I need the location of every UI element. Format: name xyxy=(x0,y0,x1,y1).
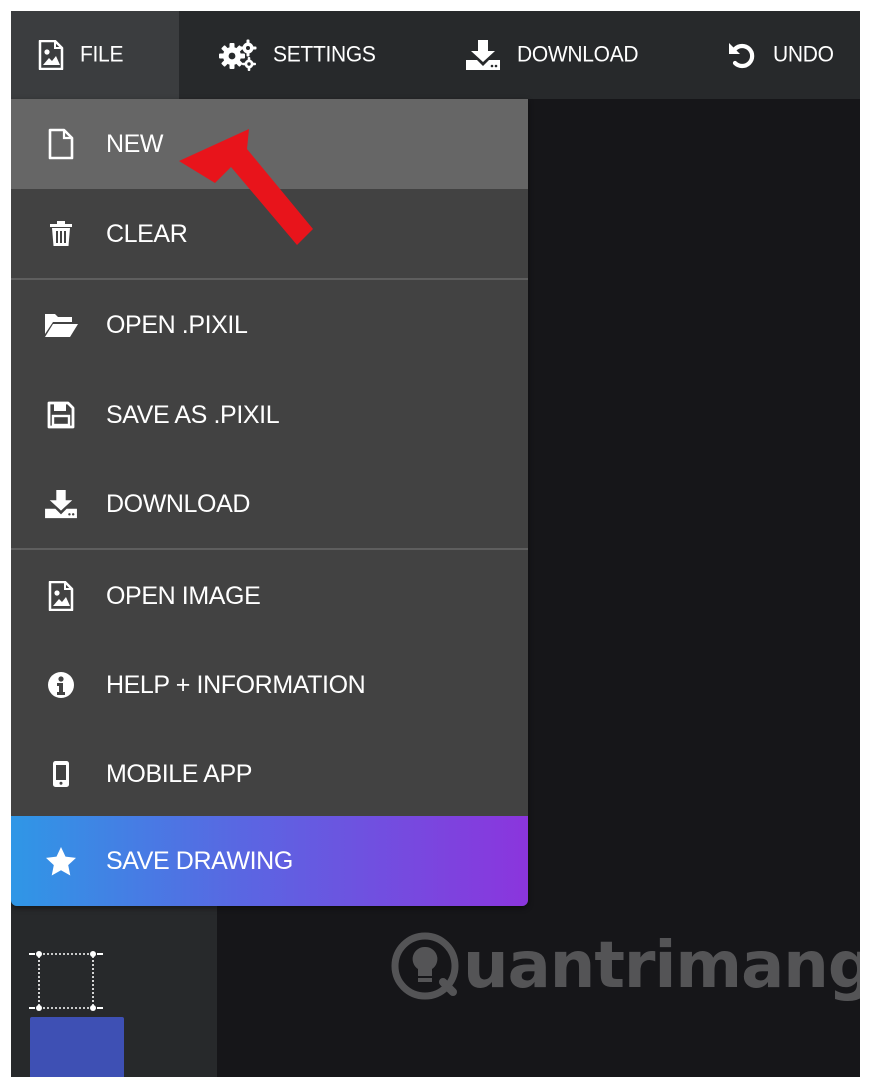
top-toolbar: FILE SETTINGS DOWNLOAD UNDO xyxy=(11,11,860,99)
menu-item-save-pixil[interactable]: SAVE AS .PIXIL xyxy=(11,370,528,460)
file-menu-label: FILE xyxy=(80,42,124,67)
menu-item-download[interactable]: DOWNLOAD xyxy=(11,459,528,549)
image-file-icon xyxy=(41,581,81,611)
settings-button[interactable]: SETTINGS xyxy=(219,11,376,99)
app-frame: FILE SETTINGS DOWNLOAD UNDO uantrimang N… xyxy=(11,11,860,1077)
blank-document-icon xyxy=(41,128,81,160)
download-button[interactable]: DOWNLOAD xyxy=(465,11,639,99)
undo-icon xyxy=(727,40,757,70)
download-label: DOWNLOAD xyxy=(517,42,639,67)
menu-item-open-image[interactable]: OPEN IMAGE xyxy=(11,551,528,641)
menu-item-download-label: DOWNLOAD xyxy=(106,489,251,518)
download-icon xyxy=(465,39,501,71)
menu-divider xyxy=(11,548,528,550)
watermark-logo-icon xyxy=(391,932,459,1000)
trash-icon xyxy=(41,221,81,247)
star-icon xyxy=(41,846,81,876)
undo-label: UNDO xyxy=(773,42,834,67)
annotation-arrow-icon xyxy=(179,129,313,245)
menu-item-help[interactable]: HELP + INFORMATION xyxy=(11,640,528,730)
download-icon xyxy=(41,489,81,519)
primary-color-swatch[interactable] xyxy=(30,1017,124,1077)
info-icon xyxy=(41,671,81,699)
selection-tool-icon[interactable] xyxy=(29,944,103,1023)
menu-item-open-image-label: OPEN IMAGE xyxy=(106,581,261,610)
floppy-disk-icon xyxy=(41,401,81,429)
settings-label: SETTINGS xyxy=(273,42,376,67)
menu-item-save-drawing-label: SAVE DRAWING xyxy=(106,846,293,875)
mobile-phone-icon xyxy=(41,761,81,787)
menu-item-mobile-app-label: MOBILE APP xyxy=(106,759,253,788)
image-file-icon xyxy=(38,40,64,70)
menu-item-save-pixil-label: SAVE AS .PIXIL xyxy=(106,400,280,429)
menu-item-mobile-app[interactable]: MOBILE APP xyxy=(11,729,528,819)
undo-button[interactable]: UNDO xyxy=(727,11,834,99)
menu-item-open-pixil[interactable]: OPEN .PIXIL xyxy=(11,280,528,370)
watermark-text: uantrimang xyxy=(463,929,860,1003)
watermark: uantrimang xyxy=(391,929,860,1003)
folder-open-icon xyxy=(41,312,81,338)
menu-item-open-pixil-label: OPEN .PIXIL xyxy=(106,310,248,339)
file-menu-button[interactable]: FILE xyxy=(11,11,179,99)
menu-item-save-drawing[interactable]: SAVE DRAWING xyxy=(11,816,528,906)
gears-icon xyxy=(219,39,257,71)
menu-item-help-label: HELP + INFORMATION xyxy=(106,670,366,699)
menu-item-new-label: NEW xyxy=(106,129,164,158)
